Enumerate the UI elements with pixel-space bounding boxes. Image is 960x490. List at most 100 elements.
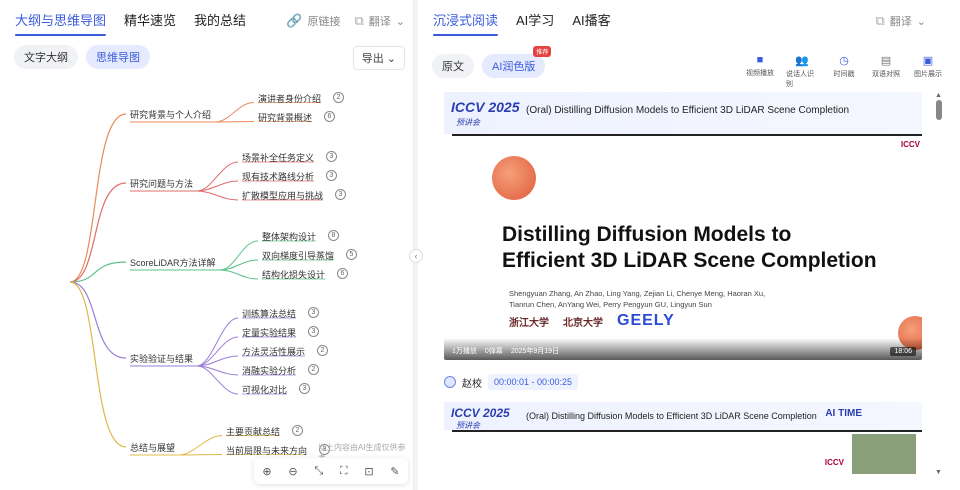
mindmap-leaf[interactable]: 扩散模型应用与挑战 xyxy=(242,189,323,202)
subtab-original[interactable]: 原文 xyxy=(432,54,474,78)
mindmap-leaf[interactable]: 双向梯度引导蒸馏 xyxy=(262,249,334,262)
tab-my-summary[interactable]: 我的总结 xyxy=(194,0,246,42)
right-translate-button[interactable]: ⧉ 翻译 ⌄ xyxy=(875,13,926,29)
option-timestamp[interactable]: ◷ 时间戳 xyxy=(828,54,860,89)
source-link-button[interactable]: 🔗 原链接 xyxy=(286,13,340,29)
mindmap-count-badge[interactable]: 3 xyxy=(335,189,346,200)
scroll-up-icon[interactable]: ▲ xyxy=(935,92,942,99)
segment-timestamp[interactable]: 00:00:01 - 00:00:25 xyxy=(488,374,579,390)
tab-ai-podcast[interactable]: AI播客 xyxy=(572,0,610,42)
mindmap-count-badge[interactable]: 3 xyxy=(326,170,337,181)
export-button[interactable]: 导出 ⌄ xyxy=(352,46,405,70)
video-header: ICCV 2025 预讲会 (Oral) Distilling Diffusio… xyxy=(444,92,922,134)
zoom-out-icon[interactable]: ⊖ xyxy=(288,465,297,478)
edit-icon[interactable]: ✎ xyxy=(390,465,399,478)
tab-outline-mindmap[interactable]: 大纲与思维导图 xyxy=(15,0,107,42)
zju-logo: 浙江大学 xyxy=(509,317,549,329)
link-icon: 🔗 xyxy=(286,13,303,28)
left-tools: 🔗 原链接 ⧉ 翻译 ⌄ xyxy=(278,0,405,42)
option-bilingual[interactable]: ▤ 双语对照 xyxy=(870,54,902,89)
mindmap-count-badge[interactable]: 2 xyxy=(292,424,303,436)
pku-logo: 北京大学 xyxy=(563,317,603,329)
mindmap-connector xyxy=(219,269,259,280)
video-meta: 1万播放 0弹幕 2025年9月19日 xyxy=(444,338,922,360)
mindmap-leaf[interactable]: 消融实验分析 xyxy=(242,364,296,377)
mindmap-connector xyxy=(196,190,239,201)
tab-highlights[interactable]: 精华速览 xyxy=(124,0,176,42)
mindmap-connector xyxy=(196,317,239,367)
mindmap-count-badge[interactable]: 2 xyxy=(317,345,328,356)
option-label: 时间戳 xyxy=(833,71,855,78)
mindmap-branch[interactable]: 研究问题与方法 xyxy=(130,177,193,190)
mindmap-leaf[interactable]: 场景补全任务定义 xyxy=(242,151,314,164)
speaker-name: 赵校 xyxy=(462,378,482,390)
video-title: (Oral) Distilling Diffusion Models to Ef… xyxy=(526,105,850,116)
option-images[interactable]: ▣ 图片展示 xyxy=(912,54,944,89)
mindmap-leaf[interactable]: 训练算法总结 xyxy=(242,307,296,320)
recommend-badge: 推荐 xyxy=(533,46,552,57)
ai-polished-label: AI润色版 xyxy=(492,61,536,73)
mindmap-branch[interactable]: 研究背景与个人介绍 xyxy=(130,108,211,121)
mindmap-leaf[interactable]: 当前局限与未来方向 xyxy=(226,444,307,457)
translate-button[interactable]: ⧉ 翻译 ⌄ xyxy=(354,13,405,29)
mindmap-count-badge[interactable]: 6 xyxy=(324,110,335,122)
mindmap-connector xyxy=(69,113,127,283)
mindmap-connector xyxy=(219,240,259,271)
mini-conf-logo: ICCV xyxy=(824,458,844,467)
mindmap-count-badge[interactable]: 3 xyxy=(326,151,337,162)
mindmap-leaf[interactable]: 方法灵活性展示 xyxy=(242,345,305,358)
mindmap-leaf[interactable]: 整体架构设计 xyxy=(262,230,316,243)
institution-logos: 浙江大学 北京大学 GEELY xyxy=(509,312,675,330)
users-icon: 👥 xyxy=(795,55,809,67)
option-label: 说话人识别 xyxy=(786,71,814,88)
mindmap-connector xyxy=(69,281,127,448)
chevron-down-icon: ⌄ xyxy=(386,53,396,65)
option-video-play[interactable]: ■ 视频播放 xyxy=(744,54,776,89)
mindmap-count-badge[interactable]: 3 xyxy=(308,307,319,318)
tab-ai-learning[interactable]: AI学习 xyxy=(516,0,554,42)
translate-label: 翻译 xyxy=(368,16,391,28)
subtab-mindmap[interactable]: 思维导图 xyxy=(86,45,150,69)
mindmap-count-badge[interactable]: 2 xyxy=(308,364,319,375)
mindmap-leaf[interactable]: 可视化对比 xyxy=(242,383,287,396)
fullscreen-icon[interactable]: ⛶ xyxy=(340,465,348,478)
collapse-panel-button[interactable]: ‹ xyxy=(409,249,423,263)
zoom-in-icon[interactable]: ⊕ xyxy=(262,465,271,478)
tab-immersive-reading[interactable]: 沉浸式阅读 xyxy=(433,0,499,42)
mindmap-count-badge[interactable]: 5 xyxy=(346,249,357,260)
mindmap-connector xyxy=(69,182,127,283)
conf-logo: ICCV 2025 xyxy=(451,406,510,420)
expand-panel-icon[interactable]: ⊡ xyxy=(364,465,373,478)
mindmap-leaf[interactable]: 现有技术路线分析 xyxy=(242,170,314,183)
subtab-ai-polished[interactable]: AI润色版 推荐 xyxy=(482,46,552,78)
slide-title-line: Distilling Diffusion Models to xyxy=(502,223,792,246)
mindmap-count-badge[interactable]: 3 xyxy=(308,326,319,337)
mindmap-count-badge[interactable]: 8 xyxy=(328,230,339,241)
authors-line: Tianrun Chen, AnYang Wei, Perry Pengyun … xyxy=(509,300,712,309)
mindmap-count-badge[interactable]: 2 xyxy=(333,91,344,103)
mindmap-branch[interactable]: ScoreLiDAR方法详解 xyxy=(130,256,216,269)
bilingual-icon: ▤ xyxy=(880,55,892,67)
mindmap-leaf[interactable]: 演讲者身份介绍 xyxy=(258,92,321,105)
geely-logo: GEELY xyxy=(617,312,675,329)
subtab-text-outline[interactable]: 文字大纲 xyxy=(14,45,78,69)
mindmap-leaf[interactable]: 结构化损失设计 xyxy=(262,268,325,281)
scroll-down-icon[interactable]: ▼ xyxy=(935,469,942,476)
scrollbar-thumb[interactable] xyxy=(936,100,942,120)
mindmap-branch[interactable]: 实验验证与结果 xyxy=(130,352,193,365)
slide-thumbnail[interactable]: ICCV 2025 预讲会 (Oral) Distilling Diffusio… xyxy=(444,402,922,474)
right-tabs: 沉浸式阅读 AI学习 AI播客 ⧉ 翻译 ⌄ xyxy=(418,0,960,42)
video-player[interactable]: ICCV 2025 预讲会 (Oral) Distilling Diffusio… xyxy=(444,92,922,360)
conf-sub: 预讲会 xyxy=(456,118,480,127)
mindmap-count-badge[interactable]: 3 xyxy=(299,383,310,394)
fit-view-icon[interactable]: ⤡ xyxy=(314,465,323,478)
scrollbar[interactable]: ▲ ▼ xyxy=(935,92,942,476)
option-speaker-id[interactable]: 👥 说话人识别 xyxy=(786,54,818,89)
right-subbar: 原文 AI润色版 推荐 ■ 视频播放 👥 说话人识别 ◷ 时间戳 ▤ 双语对照 ▣ 图片展… xyxy=(432,46,950,88)
mindmap-leaf[interactable]: 主要贡献总结 xyxy=(226,425,280,438)
mindmap-branch[interactable]: 总结与展望 xyxy=(130,441,175,454)
mindmap-count-badge[interactable]: 6 xyxy=(337,268,348,279)
mindmap-leaf[interactable]: 定量实验结果 xyxy=(242,326,296,339)
mindmap-leaf[interactable]: 研究背景概述 xyxy=(258,111,312,124)
slide2-title: (Oral) Distilling Diffusion Models to Ef… xyxy=(526,411,817,421)
